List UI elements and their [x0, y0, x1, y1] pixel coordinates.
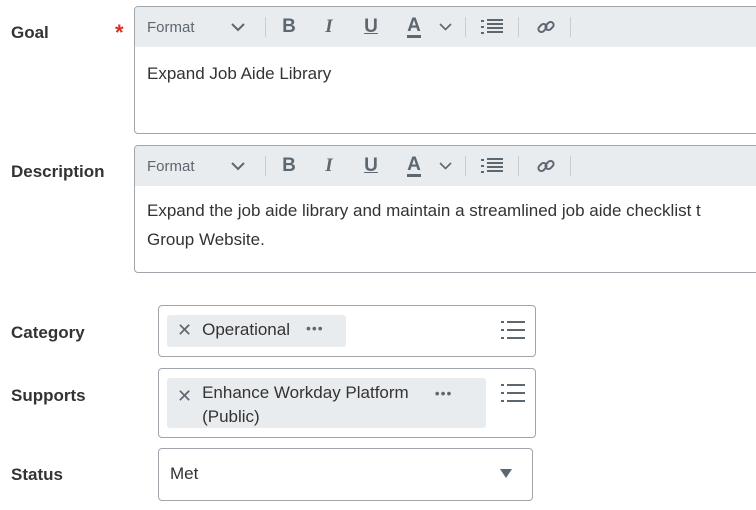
- description-toolbar: Format B I U A: [135, 146, 756, 186]
- description-line: Expand the job aide library and maintain…: [147, 201, 701, 220]
- goal-toolbar: Format B I U A: [135, 7, 756, 47]
- status-select[interactable]: Met: [158, 448, 533, 501]
- remove-icon[interactable]: ✕: [177, 386, 192, 407]
- italic-button[interactable]: I: [318, 7, 340, 47]
- caret-down-icon[interactable]: [500, 469, 512, 478]
- underline-button[interactable]: U: [360, 7, 382, 47]
- link-icon[interactable]: [535, 7, 557, 47]
- supports-field[interactable]: ✕ Enhance Workday Platform (Public) •••: [158, 368, 536, 438]
- italic-button[interactable]: I: [318, 146, 340, 186]
- link-icon[interactable]: [535, 146, 557, 186]
- bold-button[interactable]: B: [278, 146, 300, 186]
- bold-button[interactable]: B: [278, 7, 300, 47]
- status-label: Status: [11, 465, 63, 484]
- text-color-button[interactable]: A: [403, 146, 425, 186]
- format-dropdown[interactable]: Format: [147, 146, 195, 186]
- format-dropdown[interactable]: Format: [147, 7, 195, 47]
- bullet-list-icon[interactable]: [480, 7, 506, 47]
- remove-icon[interactable]: ✕: [177, 320, 192, 341]
- bullet-list-icon[interactable]: [480, 146, 506, 186]
- category-pill[interactable]: ✕ Operational •••: [167, 315, 346, 347]
- status-value: Met: [170, 464, 199, 483]
- supports-pill-label: Enhance Workday Platform (Public): [202, 381, 409, 429]
- description-text[interactable]: Expand the job aide library and maintain…: [135, 186, 756, 266]
- supports-label: Supports: [11, 386, 86, 405]
- description-editor[interactable]: Format B I U A Expand the job aide libra…: [134, 145, 756, 273]
- list-prompt-icon[interactable]: [501, 320, 525, 345]
- goal-text[interactable]: Expand Job Aide Library: [135, 47, 756, 100]
- chevron-down-icon[interactable]: [435, 7, 455, 47]
- chevron-down-icon[interactable]: [227, 146, 249, 186]
- description-line: Group Website.: [147, 230, 265, 249]
- required-asterisk: *: [115, 20, 124, 45]
- goal-label: Goal: [11, 23, 49, 42]
- supports-pill-line: Enhance Workday Platform: [202, 383, 409, 402]
- supports-pill[interactable]: ✕ Enhance Workday Platform (Public) •••: [167, 378, 486, 428]
- more-options-icon[interactable]: •••: [435, 385, 453, 401]
- more-options-icon[interactable]: •••: [306, 320, 324, 336]
- category-pill-label: Operational: [202, 320, 290, 339]
- category-label: Category: [11, 323, 85, 342]
- goal-editor[interactable]: Format B I U A Expand Job Aide Library: [134, 6, 756, 134]
- supports-pill-line: (Public): [202, 407, 260, 426]
- underline-button[interactable]: U: [360, 146, 382, 186]
- category-field[interactable]: ✕ Operational •••: [158, 305, 536, 357]
- description-label: Description: [11, 162, 105, 181]
- chevron-down-icon[interactable]: [435, 146, 455, 186]
- text-color-button[interactable]: A: [403, 7, 425, 47]
- chevron-down-icon[interactable]: [227, 7, 249, 47]
- list-prompt-icon[interactable]: [501, 383, 525, 408]
